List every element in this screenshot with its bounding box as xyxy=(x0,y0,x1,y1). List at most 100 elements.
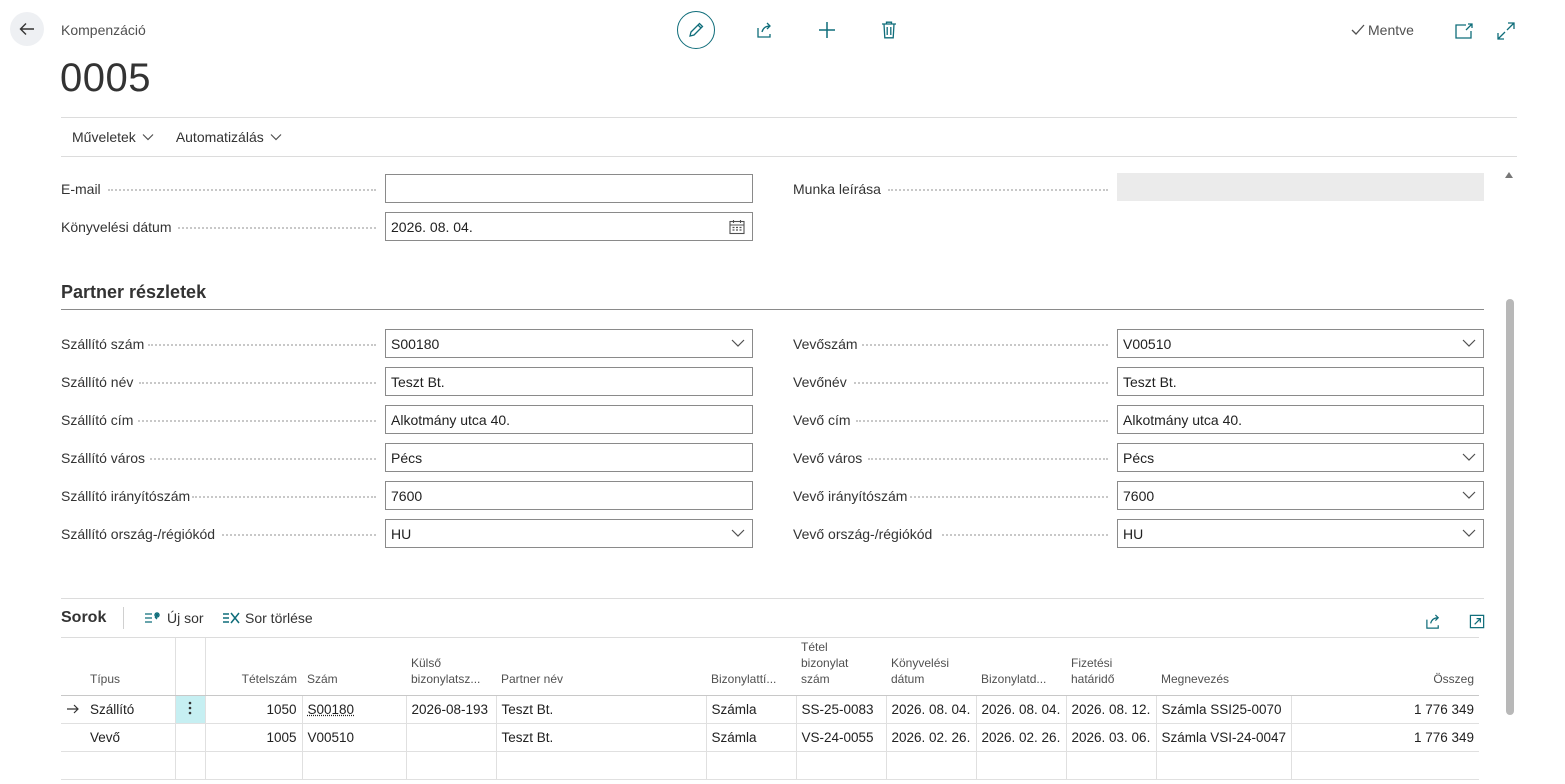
cell-description[interactable]: Számla SSI25-0070 xyxy=(1155,695,1291,724)
chevron-down-icon xyxy=(731,529,745,537)
table-row[interactable]: Vevő 1005 V00510 Teszt Bt. Számla VS-24-… xyxy=(61,723,1479,752)
share-button[interactable] xyxy=(753,18,777,42)
delete-line-label: Sor törlése xyxy=(245,610,313,626)
column-header-partner-name[interactable]: Partner név xyxy=(496,637,706,696)
column-header-selector xyxy=(61,637,85,696)
new-button[interactable] xyxy=(815,18,839,42)
row-actions-menu[interactable] xyxy=(174,695,205,724)
cell-external-doc[interactable]: 2026-08-193 xyxy=(405,695,496,724)
customer-postcode-select[interactable]: 7600 xyxy=(1117,481,1484,510)
column-header-external-doc[interactable]: Külső bizonylatsz... xyxy=(406,637,496,696)
cell-doc-date[interactable]: 2026. 08. 04. xyxy=(975,695,1066,724)
vendor-address-input[interactable]: Alkotmány utca 40. xyxy=(385,405,753,434)
new-line-button[interactable]: Új sor xyxy=(144,610,204,626)
cell-due-date[interactable]: 2026. 08. 12. xyxy=(1065,695,1156,724)
chevron-down-icon xyxy=(1462,529,1476,537)
menu-actions[interactable]: Műveletek xyxy=(61,129,165,145)
customer-postcode-row: Vevő irányítószám xyxy=(793,481,907,510)
row-selected-arrow-cell[interactable] xyxy=(61,695,85,724)
vendor-country-select[interactable]: HU xyxy=(385,519,753,548)
edit-button[interactable] xyxy=(677,11,715,49)
column-header-due-date[interactable]: Fizetési határidő xyxy=(1066,637,1156,696)
menu-automation[interactable]: Automatizálás xyxy=(165,129,293,145)
cell-due-date[interactable]: 2026. 03. 06. xyxy=(1065,723,1156,752)
empty-cell xyxy=(61,751,85,780)
column-header-posting-date[interactable]: Könyvelési dátum xyxy=(886,637,976,696)
column-header-description[interactable]: Megnevezés xyxy=(1156,637,1291,696)
cell-entry-no[interactable]: 1005 xyxy=(204,723,302,752)
arrow-right-icon xyxy=(67,704,79,714)
column-header-doc-date[interactable]: Bizonylatd... xyxy=(976,637,1066,696)
cell-description[interactable]: Számla VSI-24-0047 xyxy=(1155,723,1291,752)
table-row[interactable]: Szállító 1050 S00180 2026-08-193 Teszt B… xyxy=(61,695,1479,724)
cell-amount[interactable]: 1 776 349 xyxy=(1290,695,1479,724)
cell-no[interactable]: V00510 xyxy=(301,723,406,752)
share-icon xyxy=(1425,613,1439,629)
vendor-no-row: Szállító szám xyxy=(61,329,144,358)
customer-name-row: Vevőnév xyxy=(793,367,847,396)
cell-doc-date[interactable]: 2026. 02. 26. xyxy=(975,723,1066,752)
row-actions-menu[interactable] xyxy=(174,723,205,752)
cell-type[interactable]: Vevő xyxy=(85,723,175,752)
customer-country-select[interactable]: HU xyxy=(1117,519,1484,548)
scroll-up-arrow-icon[interactable] xyxy=(1504,171,1514,179)
cell-no[interactable]: S00180 xyxy=(301,695,406,724)
cell-partner-name[interactable]: Teszt Bt. xyxy=(495,695,706,724)
vendor-country-label: Szállító ország-/régiókód xyxy=(61,525,216,542)
vendor-name-input[interactable]: Teszt Bt. xyxy=(385,367,753,396)
posting-date-input[interactable]: 2026. 08. 04. xyxy=(385,212,753,241)
customer-city-select[interactable]: Pécs xyxy=(1117,443,1484,472)
lines-icons xyxy=(1421,609,1489,633)
vendor-city-input[interactable]: Pécs xyxy=(385,443,753,472)
dotted-leader xyxy=(192,496,376,498)
delete-line-button[interactable]: Sor törlése xyxy=(222,610,313,626)
cell-entry-doc-no[interactable]: SS-25-0083 xyxy=(795,695,886,724)
work-description-input[interactable] xyxy=(1117,173,1484,201)
delete-button[interactable] xyxy=(877,18,901,42)
lines-share-button[interactable] xyxy=(1421,609,1445,633)
cell-entry-no[interactable]: 1050 xyxy=(204,695,302,724)
column-header-entry-no[interactable]: Tételszám xyxy=(204,637,302,696)
customer-no-select[interactable]: V00510 xyxy=(1117,329,1484,358)
chevron-down-icon xyxy=(270,134,282,141)
column-header-amount[interactable]: Összeg xyxy=(1291,637,1479,696)
checkmark-icon xyxy=(1351,24,1365,35)
cell-no-link[interactable]: S00180 xyxy=(308,702,355,717)
table-row-empty[interactable] xyxy=(61,751,1479,780)
new-line-icon xyxy=(145,612,160,623)
back-button[interactable] xyxy=(10,12,44,46)
dotted-leader xyxy=(222,534,376,536)
column-header-doc-type[interactable]: Bizonylattí... xyxy=(706,637,796,696)
customer-name-input[interactable]: Teszt Bt. xyxy=(1117,367,1484,396)
cell-external-doc[interactable] xyxy=(405,723,496,752)
expand-button[interactable] xyxy=(1494,19,1518,43)
plus-icon xyxy=(819,22,835,38)
cell-posting-date[interactable]: 2026. 02. 26. xyxy=(885,723,976,752)
email-input[interactable] xyxy=(385,174,753,203)
customer-address-input[interactable]: Alkotmány utca 40. xyxy=(1117,405,1484,434)
column-header-entry-doc-no[interactable]: Tétel bizonylat szám xyxy=(796,637,886,696)
cell-doc-type[interactable]: Számla xyxy=(705,723,796,752)
menu-actions-label: Műveletek xyxy=(72,129,136,145)
lines-table: Típus Tételszám Szám Külső bizonylatsz...… xyxy=(61,637,1479,780)
vendor-country-value: HU xyxy=(391,525,412,542)
cell-posting-date[interactable]: 2026. 08. 04. xyxy=(885,695,976,724)
empty-cell xyxy=(885,751,976,780)
column-header-type[interactable]: Típus xyxy=(85,637,175,696)
cell-amount[interactable]: 1 776 349 xyxy=(1290,723,1479,752)
cell-type[interactable]: Szállító xyxy=(85,695,175,724)
open-new-window-button[interactable] xyxy=(1452,19,1476,43)
column-header-no[interactable]: Szám xyxy=(302,637,406,696)
cell-entry-doc-no[interactable]: VS-24-0055 xyxy=(795,723,886,752)
cell-doc-type[interactable]: Számla xyxy=(705,695,796,724)
more-vertical-icon xyxy=(188,701,192,715)
partner-section-title[interactable]: Partner részletek xyxy=(61,282,206,303)
vendor-postcode-input[interactable]: 7600 xyxy=(385,481,753,510)
calendar-icon[interactable] xyxy=(729,219,745,235)
cell-partner-name[interactable]: Teszt Bt. xyxy=(495,723,706,752)
lines-title: Sorok xyxy=(61,609,107,626)
vendor-no-select[interactable]: S00180 xyxy=(385,329,753,358)
lines-expand-button[interactable] xyxy=(1465,609,1489,633)
row-selector-cell[interactable] xyxy=(61,723,85,752)
scrollbar-thumb[interactable] xyxy=(1506,299,1514,715)
